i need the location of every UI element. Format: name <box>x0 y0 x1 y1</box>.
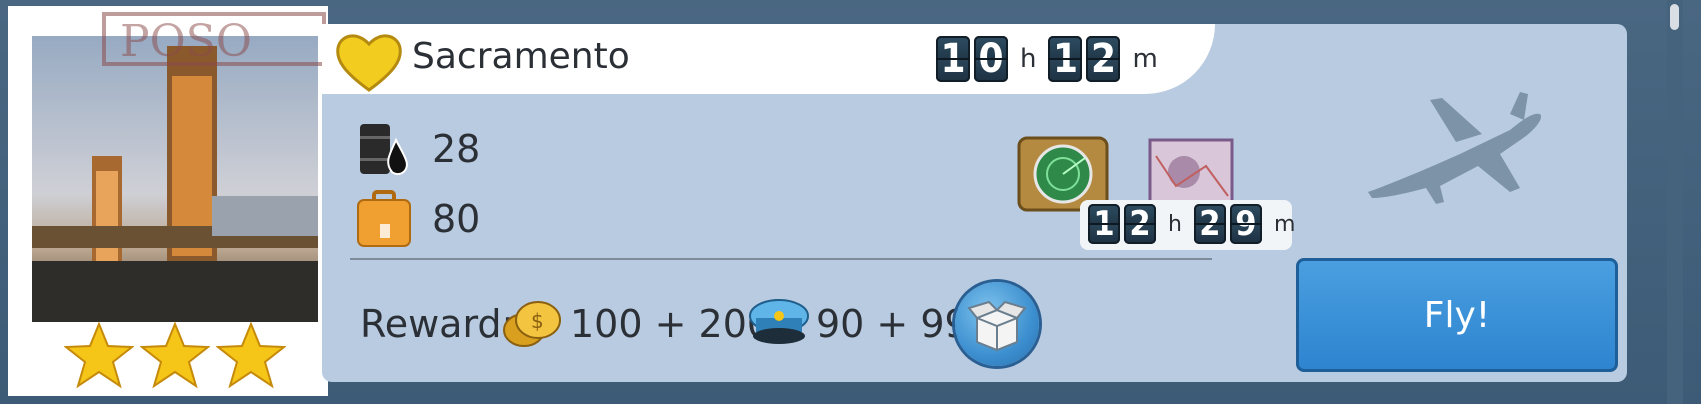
minutes-digit: 2 <box>1086 36 1121 82</box>
fuel-row: 28 <box>356 118 480 180</box>
minutes-unit: m <box>1273 211 1296 237</box>
map-icon <box>1148 138 1234 206</box>
hours-digit: 0 <box>974 36 1008 82</box>
rating-stars <box>32 320 318 390</box>
coins-reward: 100 + 200 <box>570 302 772 346</box>
minutes-digit: 2 <box>1193 204 1226 244</box>
scrollbar-track[interactable] <box>1667 0 1683 404</box>
fuel-value: 28 <box>432 127 481 171</box>
hours-digit: 2 <box>1124 204 1156 244</box>
star-icon <box>140 321 210 389</box>
bonus-box-button[interactable] <box>955 282 1039 366</box>
gift-box-icon <box>967 300 1027 352</box>
upgrade-timer: 1 2 h 2 9 m <box>1088 204 1303 244</box>
hours-digit: 1 <box>936 36 970 82</box>
reward-label: Reward: <box>360 302 515 346</box>
pilot-cap-icon <box>749 299 809 344</box>
suitcase-icon <box>357 190 411 247</box>
fuel-barrel-icon <box>360 124 408 176</box>
hours-unit: h <box>1020 44 1037 74</box>
postmark: POSO <box>102 12 326 67</box>
fly-button[interactable]: Fly! <box>1296 258 1618 372</box>
heart-icon[interactable] <box>334 30 404 94</box>
star-icon <box>216 321 286 389</box>
star-icon <box>64 321 134 389</box>
minutes-digit: 1 <box>1048 36 1083 82</box>
cargo-row: 80 <box>356 190 480 248</box>
minutes-digit: 9 <box>1229 204 1262 244</box>
hours-unit: h <box>1168 211 1182 237</box>
hours-digit: 1 <box>1088 204 1120 244</box>
pilots-reward: 90 + 99 <box>816 302 969 346</box>
scrollbar-thumb[interactable] <box>1670 4 1679 30</box>
divider <box>350 258 1212 260</box>
destination-name: Sacramento <box>412 36 630 77</box>
destination-stamp[interactable]: POSO <box>3 1 333 401</box>
svg-text:$: $ <box>531 309 544 333</box>
coins-icon: $ <box>503 301 561 347</box>
cargo-value: 80 <box>432 197 481 241</box>
destination-photo <box>32 36 318 322</box>
plane-icon <box>1368 92 1542 204</box>
svg-text:POSO: POSO <box>120 16 252 67</box>
flight-time: 1 0 h 1 2 m <box>936 36 1166 82</box>
minutes-unit: m <box>1132 44 1158 74</box>
